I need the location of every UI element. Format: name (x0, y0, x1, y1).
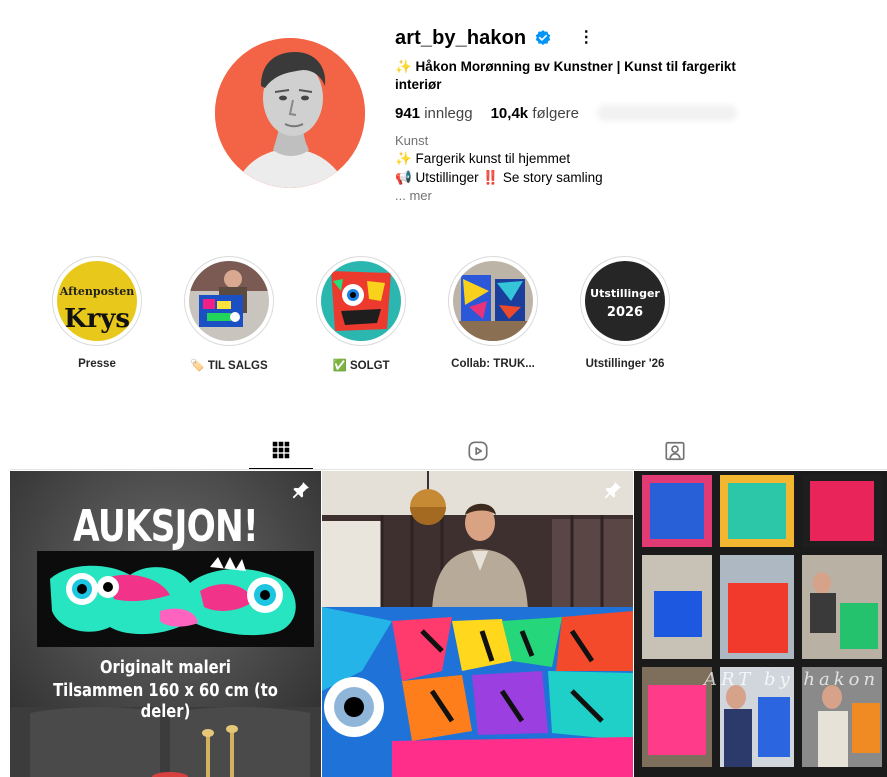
grid-icon (272, 441, 290, 459)
tagged-icon (665, 441, 685, 461)
posts-count: 941 innlegg (395, 104, 473, 122)
bio-line-2: 📢 Utstillinger ‼️ Se story samling (395, 170, 603, 185)
highlight-collab[interactable]: Collab: TRUK... (433, 256, 553, 370)
tab-reels[interactable] (446, 432, 510, 470)
profile-avatar[interactable] (215, 38, 365, 188)
pin-icon (604, 482, 621, 499)
highlight-label: Utstillinger '26 (585, 358, 665, 370)
highlight-label: 🏷️ TIL SALGS (190, 360, 268, 372)
followers-count[interactable]: 10,4k følgere (491, 105, 579, 122)
following-count-blurred (597, 105, 737, 121)
highlight-ring (448, 256, 538, 346)
highlight-cover (321, 261, 401, 341)
username: art_by_hakon (395, 26, 527, 49)
more-options-icon[interactable]: ⋮ (578, 30, 594, 46)
cover-text-2: Krys (64, 304, 130, 334)
tab-posts[interactable] (249, 432, 313, 470)
highlight-ring (316, 256, 406, 346)
post-image (634, 471, 887, 777)
watermark-text: ART by hakon (704, 669, 880, 690)
cover-text-1: Aftenposten (59, 285, 134, 298)
highlight-ring: Aftenposten Krys (52, 256, 142, 346)
highlight-presse[interactable]: Aftenposten Krys Presse (37, 256, 157, 370)
post-artist-painting[interactable] (322, 471, 633, 777)
highlight-label: Collab: TRUK... (451, 358, 535, 370)
highlight-cover: Utstillinger 2026 (585, 261, 665, 341)
tab-tagged[interactable] (643, 432, 707, 470)
profile-stats: 941 innlegg 10,4k følgere (395, 102, 755, 124)
highlight-utstillinger[interactable]: Utstillinger 2026 Utstillinger '26 (565, 256, 685, 370)
full-name: ✨ Håkon Morønning ʙv Kunstner | Kunst ti… (395, 59, 736, 92)
tabs-divider (10, 469, 887, 470)
highlight-label: ✅ SOLGT (332, 360, 390, 372)
cover-text-1: Utstillinger (590, 287, 660, 300)
pin-icon (292, 482, 309, 499)
reels-icon (468, 441, 488, 461)
post-subtitle-2: Tilsammen 160 x 60 cm (to deler) (53, 680, 278, 722)
cover-text-2: 2026 (607, 305, 643, 320)
more-bio-link[interactable]: ... mer (395, 187, 755, 205)
highlight-label: Presse (78, 358, 116, 370)
highlight-cover (453, 261, 533, 341)
post-subtitle-1: Originalt maleri (100, 657, 231, 678)
post-title: AUKSJON! (73, 501, 259, 552)
highlight-cover (189, 261, 269, 341)
highlight-ring: Utstillinger 2026 (580, 256, 670, 346)
profile-header: art_by_hakon ⋮ ✨ Håkon Morønning ʙv Kuns… (395, 22, 755, 205)
post-auksjon[interactable]: AUKSJON! Originalt maleri Tilsammen 160 … (10, 471, 321, 777)
highlight-cover: Aftenposten Krys (57, 261, 137, 341)
bio-line-1: ✨ Fargerik kunst til hjemmet (395, 151, 571, 166)
profile-category: Kunst (395, 133, 429, 148)
highlight-til-salgs[interactable]: 🏷️ TIL SALGS (169, 256, 289, 372)
highlight-ring (184, 256, 274, 346)
highlight-solgt[interactable]: ✅ SOLGT (301, 256, 421, 372)
verified-badge-icon (536, 30, 551, 46)
post-collage[interactable]: ART by hakon (634, 471, 887, 777)
post-image (322, 471, 633, 777)
